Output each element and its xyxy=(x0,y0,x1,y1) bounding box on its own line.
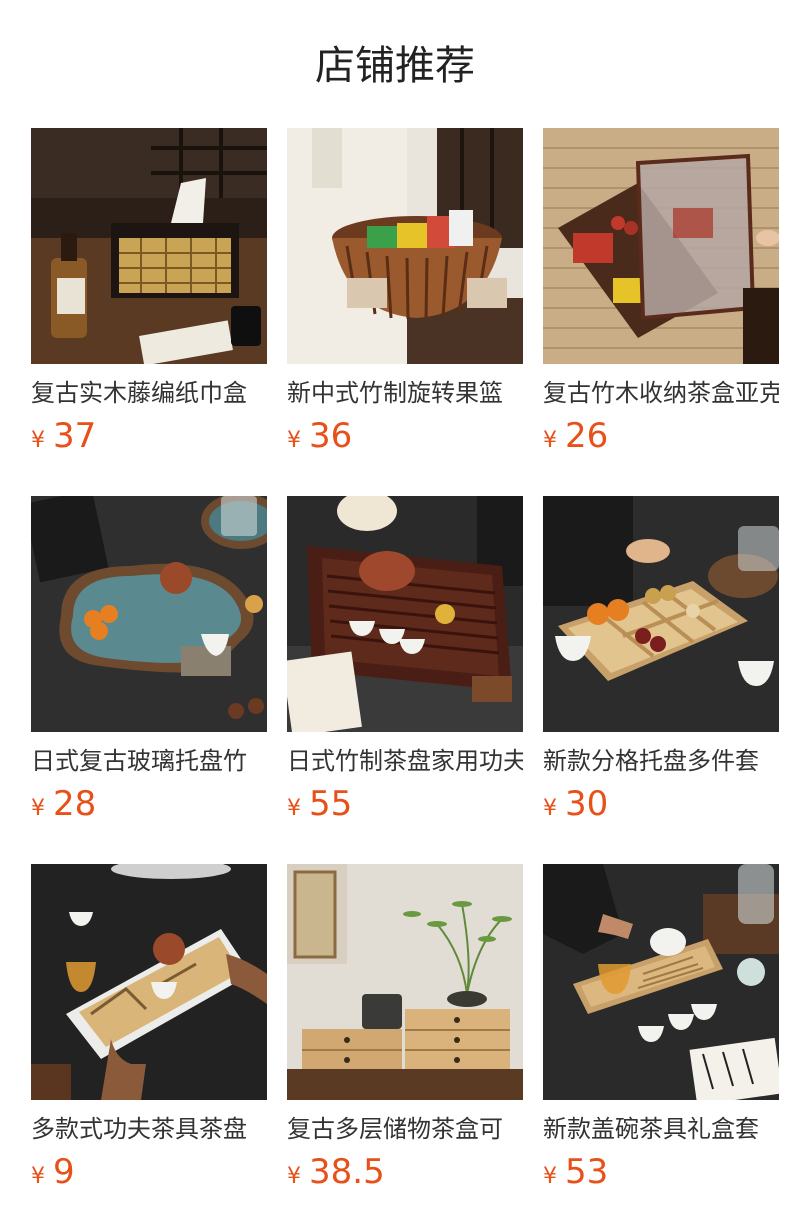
currency-symbol: ¥ xyxy=(543,428,557,453)
glass-tray-image[interactable] xyxy=(31,496,267,732)
product-card[interactable]: 多款式功夫茶具茶盘 ¥9 xyxy=(31,864,267,1232)
product-card[interactable]: 新款盖碗茶具礼盒套 ¥53 xyxy=(543,864,779,1232)
price-value: 37 xyxy=(53,416,97,456)
product-card[interactable]: 新中式竹制旋转果篮 ¥36 xyxy=(287,128,523,496)
price-value: 28 xyxy=(53,784,97,824)
gaiwan-set-image[interactable] xyxy=(543,864,779,1100)
tea-tray-image[interactable] xyxy=(287,496,523,732)
currency-symbol: ¥ xyxy=(287,428,301,453)
divided-tray-image[interactable] xyxy=(543,496,779,732)
product-card[interactable]: 复古实木藤编纸巾盒 ¥37 xyxy=(31,128,267,496)
currency-symbol: ¥ xyxy=(31,796,45,821)
price-value: 26 xyxy=(565,416,609,456)
currency-symbol: ¥ xyxy=(543,1164,557,1189)
product-card[interactable]: 新款分格托盘多件套 ¥30 xyxy=(543,496,779,864)
currency-symbol: ¥ xyxy=(31,1164,45,1189)
currency-symbol: ¥ xyxy=(543,796,557,821)
product-card[interactable]: 日式复古玻璃托盘竹 ¥28 xyxy=(31,496,267,864)
kungfu-tray-image[interactable] xyxy=(31,864,267,1100)
price-value: 9 xyxy=(53,1152,75,1192)
product-price: ¥36 xyxy=(287,416,523,462)
product-name[interactable]: 复古竹木收纳茶盒亚克力 xyxy=(543,376,779,410)
price-value: 36 xyxy=(309,416,353,456)
tissue-box-image[interactable] xyxy=(31,128,267,364)
product-name[interactable]: 日式竹制茶盘家用功夫 xyxy=(287,744,523,778)
currency-symbol: ¥ xyxy=(31,428,45,453)
product-price: ¥37 xyxy=(31,416,267,462)
drawer-box-image[interactable] xyxy=(287,864,523,1100)
product-price: ¥9 xyxy=(31,1152,267,1198)
product-price: ¥53 xyxy=(543,1152,779,1198)
product-price: ¥30 xyxy=(543,784,779,830)
product-name[interactable]: 复古多层储物茶盒可 xyxy=(287,1112,523,1146)
product-card[interactable]: 复古竹木收纳茶盒亚克力 ¥26 xyxy=(543,128,779,496)
price-value: 38.5 xyxy=(309,1152,385,1192)
product-price: ¥38.5 xyxy=(287,1152,523,1198)
product-price: ¥26 xyxy=(543,416,779,462)
product-price: ¥55 xyxy=(287,784,523,830)
fruit-basket-image[interactable] xyxy=(287,128,523,364)
price-value: 30 xyxy=(565,784,609,824)
product-card[interactable]: 复古多层储物茶盒可 ¥38.5 xyxy=(287,864,523,1232)
product-name[interactable]: 多款式功夫茶具茶盘 xyxy=(31,1112,267,1146)
product-name[interactable]: 新款分格托盘多件套 xyxy=(543,744,779,778)
product-name[interactable]: 复古实木藤编纸巾盒 xyxy=(31,376,267,410)
price-value: 53 xyxy=(565,1152,609,1192)
currency-symbol: ¥ xyxy=(287,796,301,821)
product-grid: 复古实木藤编纸巾盒 ¥37 新中式竹制旋转果篮 ¥ 36 复古竹木收纳茶盒亚克 … xyxy=(31,128,779,1232)
product-card[interactable]: 日式竹制茶盘家用功夫 ¥55 xyxy=(287,496,523,864)
price-value: 55 xyxy=(309,784,353,824)
product-name[interactable]: 新款盖碗茶具礼盒套 xyxy=(543,1112,779,1146)
currency-symbol: ¥ xyxy=(287,1164,301,1189)
page-title: 店铺推荐 xyxy=(315,43,475,89)
product-name[interactable]: 新中式竹制旋转果篮 xyxy=(287,376,523,410)
product-name[interactable]: 日式复古玻璃托盘竹 xyxy=(31,744,267,778)
product-price: ¥28 xyxy=(31,784,267,830)
storage-box-image[interactable] xyxy=(543,128,779,364)
